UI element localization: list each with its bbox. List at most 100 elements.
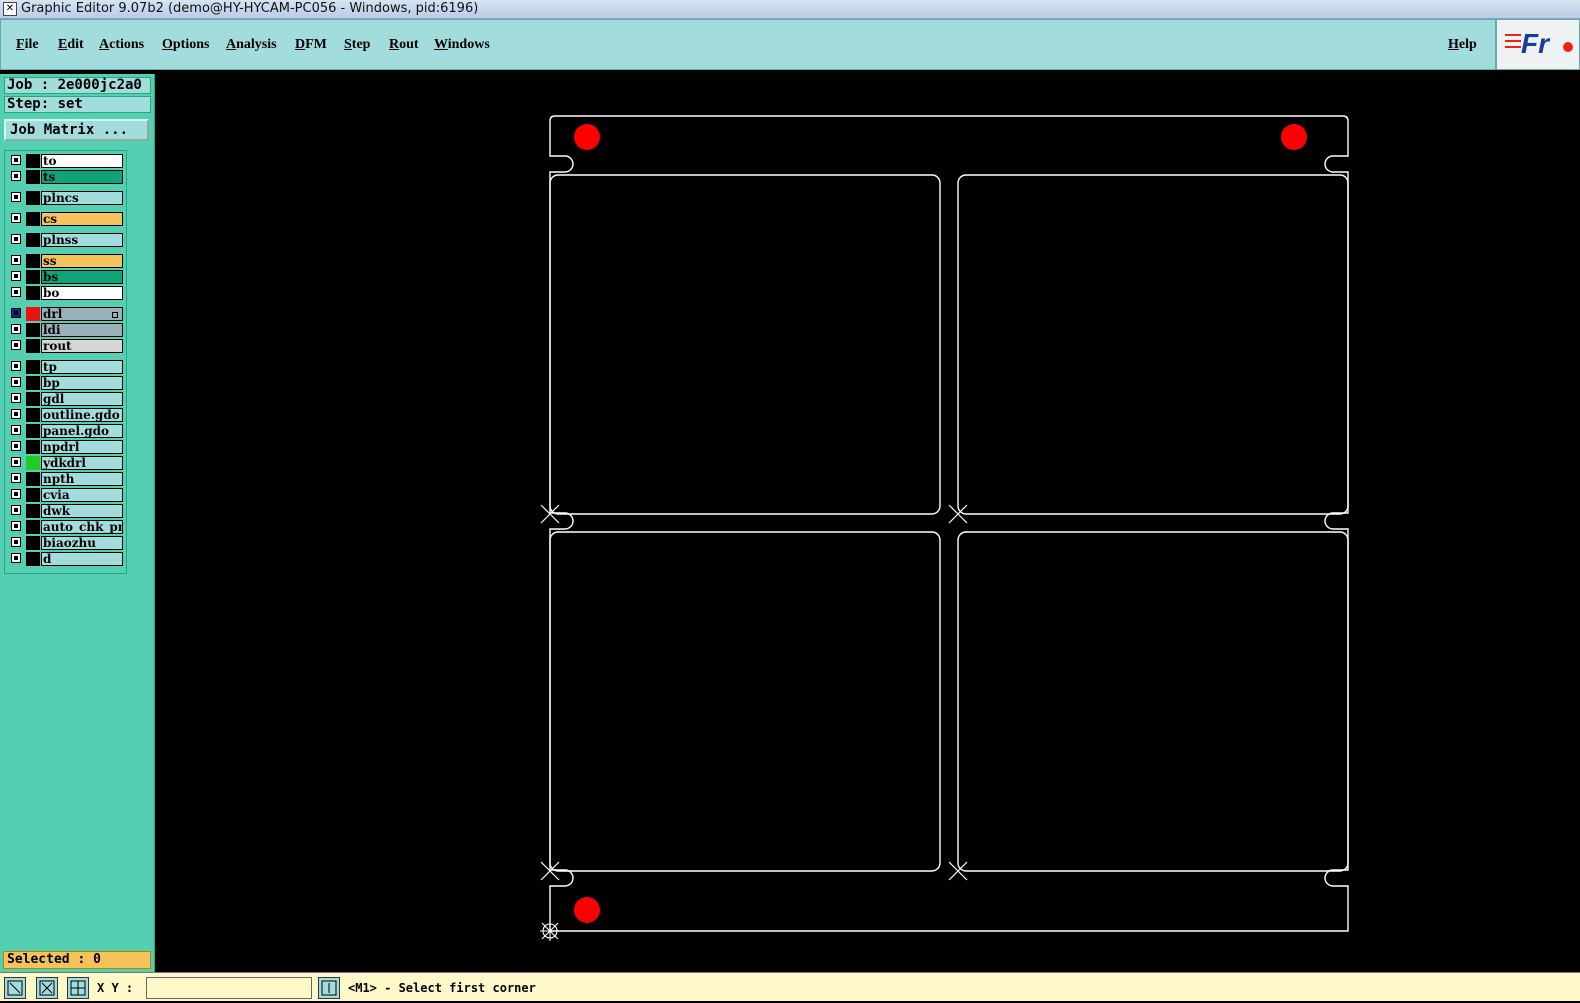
- layer-color-swatch[interactable]: [26, 254, 40, 268]
- layer-name[interactable]: ldi: [41, 323, 123, 337]
- layer-checkbox[interactable]: [11, 361, 21, 371]
- layer-checkbox[interactable]: [11, 521, 21, 531]
- layer-checkbox[interactable]: [11, 377, 21, 387]
- layer-name[interactable]: ydkdrl: [41, 456, 123, 470]
- layer-name[interactable]: cs: [41, 212, 123, 226]
- menu-analysis[interactable]: Analysis: [226, 37, 277, 53]
- layer-name[interactable]: cvia: [41, 488, 123, 502]
- layer-checkbox[interactable]: [11, 155, 21, 165]
- layer-checkbox[interactable]: [11, 308, 21, 318]
- layer-color-swatch[interactable]: [26, 212, 40, 226]
- layer-checkbox[interactable]: [11, 409, 21, 419]
- menu-dfm[interactable]: DFM: [295, 37, 327, 53]
- layer-name[interactable]: rout: [41, 339, 123, 353]
- layer-row-ts[interactable]: ts: [8, 170, 126, 184]
- layer-row-drl[interactable]: drl: [8, 307, 126, 321]
- menu-actions[interactable]: Actions: [99, 37, 144, 53]
- layer-name[interactable]: bp: [41, 376, 123, 390]
- menu-rout[interactable]: Rout: [389, 37, 419, 53]
- layer-name[interactable]: drl: [41, 307, 123, 321]
- layer-row-bp[interactable]: bp: [8, 376, 126, 390]
- layer-name[interactable]: plnss: [41, 233, 123, 247]
- layer-color-swatch[interactable]: [26, 233, 40, 247]
- layer-checkbox[interactable]: [11, 340, 21, 350]
- layer-checkbox[interactable]: [11, 457, 21, 467]
- layer-row-gdl[interactable]: gdl: [8, 392, 126, 406]
- layer-name[interactable]: bo: [41, 286, 123, 300]
- layer-color-swatch[interactable]: [26, 472, 40, 486]
- layer-checkbox[interactable]: [11, 425, 21, 435]
- menu-help[interactable]: Help: [1448, 37, 1477, 53]
- layer-checkbox[interactable]: [11, 537, 21, 547]
- layer-row-plnss[interactable]: plnss: [8, 233, 126, 247]
- layer-name[interactable]: to: [41, 154, 123, 168]
- layer-color-swatch[interactable]: [26, 440, 40, 454]
- layer-row-auto-chk-pn[interactable]: auto_chk_pn: [8, 520, 126, 534]
- zoom-area-button[interactable]: [4, 977, 26, 999]
- layer-checkbox[interactable]: [11, 287, 21, 297]
- layer-row-panel-gdo[interactable]: panel.gdo: [8, 424, 126, 438]
- layer-color-swatch[interactable]: [26, 360, 40, 374]
- layer-name[interactable]: dwk: [41, 504, 123, 518]
- layer-checkbox[interactable]: [11, 505, 21, 515]
- layer-name[interactable]: panel.gdo: [41, 424, 123, 438]
- layer-checkbox[interactable]: [11, 393, 21, 403]
- menu-options[interactable]: Options: [162, 37, 209, 53]
- layer-checkbox[interactable]: [11, 255, 21, 265]
- layer-row-rout[interactable]: rout: [8, 339, 126, 353]
- layer-color-swatch[interactable]: [26, 323, 40, 337]
- graphic-canvas[interactable]: [156, 74, 1580, 972]
- layer-row-bo[interactable]: bo: [8, 286, 126, 300]
- xy-coordinate-field[interactable]: [146, 977, 312, 999]
- layer-row-npdrl[interactable]: npdrl: [8, 440, 126, 454]
- layer-row-biaozhu[interactable]: biaozhu: [8, 536, 126, 550]
- layer-name[interactable]: outline.gdo: [41, 408, 123, 422]
- layer-row-cvia[interactable]: cvia: [8, 488, 126, 502]
- layer-name[interactable]: gdl: [41, 392, 123, 406]
- layer-color-swatch[interactable]: [26, 376, 40, 390]
- layer-row-npth[interactable]: npth: [8, 472, 126, 486]
- layer-checkbox[interactable]: [11, 553, 21, 563]
- layer-checkbox[interactable]: [11, 213, 21, 223]
- layer-checkbox[interactable]: [11, 234, 21, 244]
- menu-edit[interactable]: Edit: [58, 37, 84, 53]
- layer-color-swatch[interactable]: [26, 504, 40, 518]
- layer-color-swatch[interactable]: [26, 488, 40, 502]
- layer-row-outline-gdo[interactable]: outline.gdo: [8, 408, 126, 422]
- layer-row-tp[interactable]: tp: [8, 360, 126, 374]
- layer-checkbox[interactable]: [11, 489, 21, 499]
- board-drawing[interactable]: [156, 74, 1580, 972]
- layer-color-swatch[interactable]: [26, 154, 40, 168]
- layer-color-swatch[interactable]: [26, 552, 40, 566]
- layer-color-swatch[interactable]: [26, 424, 40, 438]
- layer-row-dwk[interactable]: dwk: [8, 504, 126, 518]
- layer-row-ss[interactable]: ss: [8, 254, 126, 268]
- menu-file[interactable]: File: [16, 37, 39, 53]
- layer-color-swatch[interactable]: [26, 456, 40, 470]
- layer-checkbox[interactable]: [11, 324, 21, 334]
- menu-windows[interactable]: Windows: [434, 37, 490, 53]
- layer-checkbox[interactable]: [11, 271, 21, 281]
- layer-color-swatch[interactable]: [26, 170, 40, 184]
- layer-color-swatch[interactable]: [26, 339, 40, 353]
- layer-color-swatch[interactable]: [26, 392, 40, 406]
- layer-name[interactable]: plncs: [41, 191, 123, 205]
- grid-snap-button[interactable]: [67, 977, 89, 999]
- layer-name[interactable]: bs: [41, 270, 123, 284]
- layer-color-swatch[interactable]: [26, 307, 40, 321]
- layer-color-swatch[interactable]: [26, 520, 40, 534]
- layer-row-ldi[interactable]: ldi: [8, 323, 126, 337]
- layer-checkbox[interactable]: [11, 441, 21, 451]
- layer-name[interactable]: npdrl: [41, 440, 123, 454]
- layer-row-plncs[interactable]: plncs: [8, 191, 126, 205]
- layer-name[interactable]: ss: [41, 254, 123, 268]
- layer-name[interactable]: d: [41, 552, 123, 566]
- job-matrix-button[interactable]: Job Matrix ...: [4, 119, 149, 141]
- layer-row-to[interactable]: to: [8, 154, 126, 168]
- layer-color-swatch[interactable]: [26, 536, 40, 550]
- prompt-toggle-button[interactable]: [318, 977, 340, 999]
- layer-row-bs[interactable]: bs: [8, 270, 126, 284]
- layer-name[interactable]: tp: [41, 360, 123, 374]
- layer-row-d[interactable]: d: [8, 552, 126, 566]
- layer-color-swatch[interactable]: [26, 408, 40, 422]
